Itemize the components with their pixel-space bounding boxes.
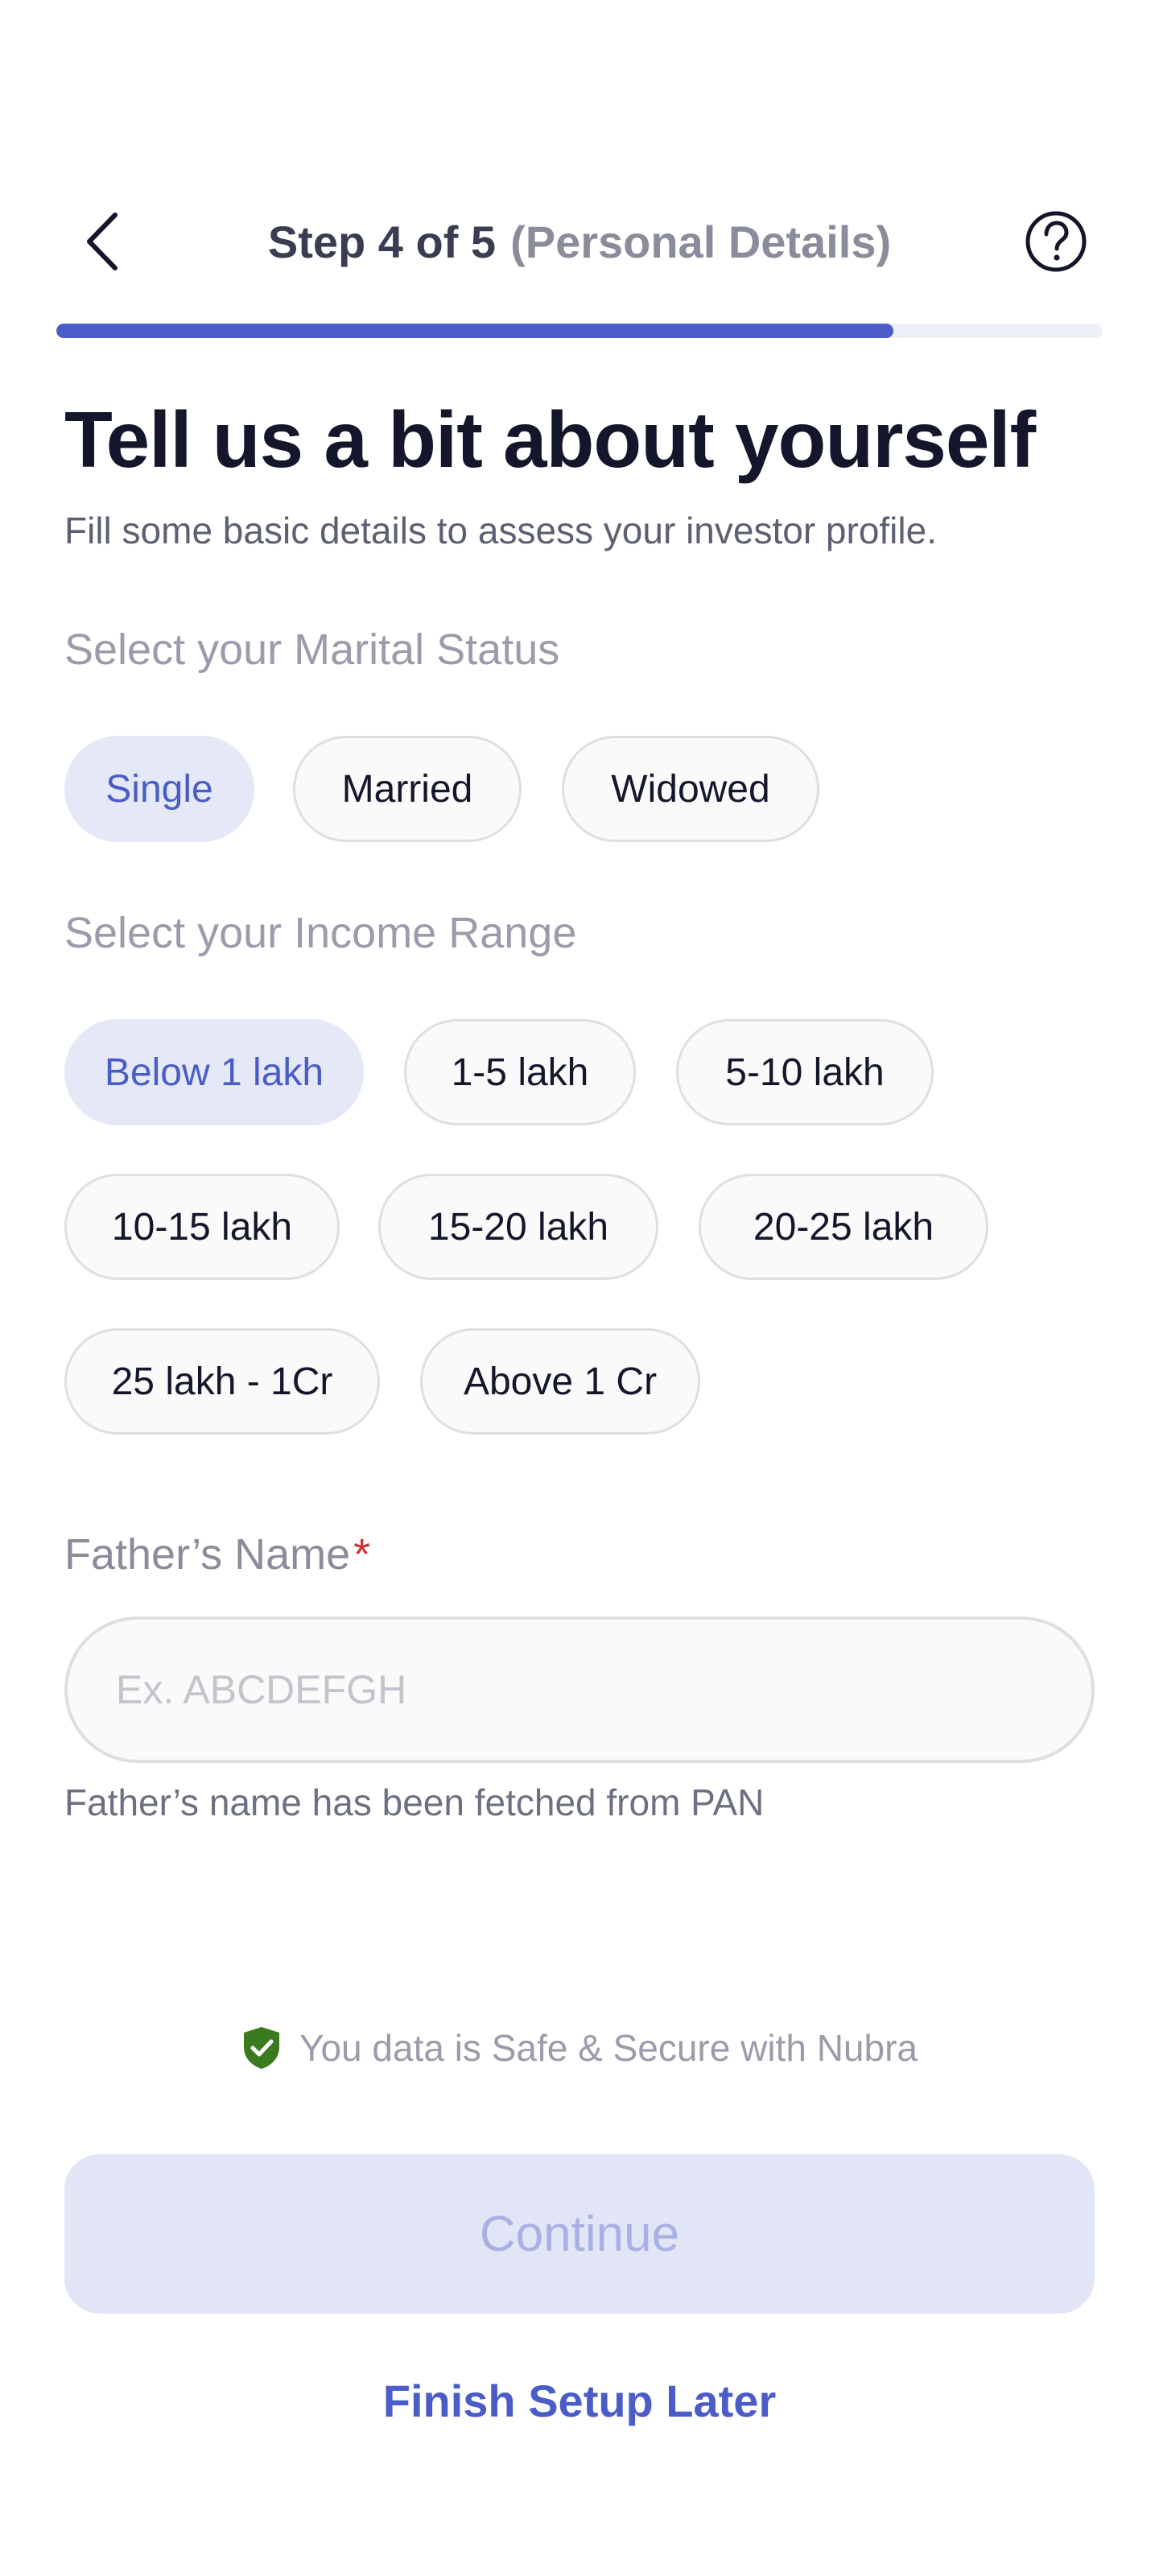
finish-setup-later-link[interactable]: Finish Setup Later [0, 2375, 1159, 2427]
income-option-below-1-lakh[interactable]: Below 1 lakh [64, 1019, 364, 1125]
question-circle-icon [1025, 211, 1087, 272]
step-indicator: Step 4 of 5 (Personal Details) [0, 193, 1159, 290]
progress-bar [56, 324, 1103, 338]
security-notice-text: You data is Safe & Secure with Nubra [299, 2027, 918, 2069]
fathers-name-label: Father’s Name* [64, 1530, 370, 1579]
fathers-name-input[interactable] [64, 1616, 1095, 1763]
income-option-10-15-lakh[interactable]: 10-15 lakh [64, 1174, 340, 1280]
income-range-label: Select your Income Range [64, 909, 577, 957]
help-button[interactable] [1019, 204, 1093, 279]
continue-button[interactable]: Continue [64, 2154, 1095, 2314]
income-option-20-25-lakh[interactable]: 20-25 lakh [699, 1174, 988, 1280]
shield-check-icon [241, 2025, 282, 2070]
step-count: Step 4 of 5 [267, 216, 497, 267]
chevron-left-icon [87, 213, 118, 270]
income-option-above-1-cr[interactable]: Above 1 Cr [420, 1328, 700, 1435]
income-option-15-20-lakh[interactable]: 15-20 lakh [378, 1174, 658, 1280]
marital-status-label: Select your Marital Status [64, 625, 560, 674]
income-option-25-lakh-1cr[interactable]: 25 lakh - 1Cr [64, 1328, 380, 1435]
top-header: Step 4 of 5 (Personal Details) [0, 193, 1159, 290]
income-option-5-10-lakh[interactable]: 5-10 lakh [676, 1019, 934, 1125]
step-section-name: (Personal Details) [510, 216, 892, 267]
fathers-name-helper-text: Father’s name has been fetched from PAN [64, 1781, 765, 1823]
marital-option-single[interactable]: Single [64, 736, 254, 842]
security-notice: You data is Safe & Secure with Nubra [0, 2025, 1159, 2070]
fathers-name-label-text: Father’s Name [64, 1530, 351, 1579]
required-asterisk: * [353, 1530, 371, 1579]
back-button[interactable] [64, 204, 138, 279]
marital-option-widowed[interactable]: Widowed [562, 736, 819, 842]
marital-option-married[interactable]: Married [293, 736, 522, 842]
page-subtitle: Fill some basic details to assess your i… [64, 510, 937, 551]
progress-fill [56, 324, 893, 338]
income-option-1-5-lakh[interactable]: 1-5 lakh [404, 1019, 636, 1125]
page-title: Tell us a bit about yourself [64, 395, 1036, 484]
